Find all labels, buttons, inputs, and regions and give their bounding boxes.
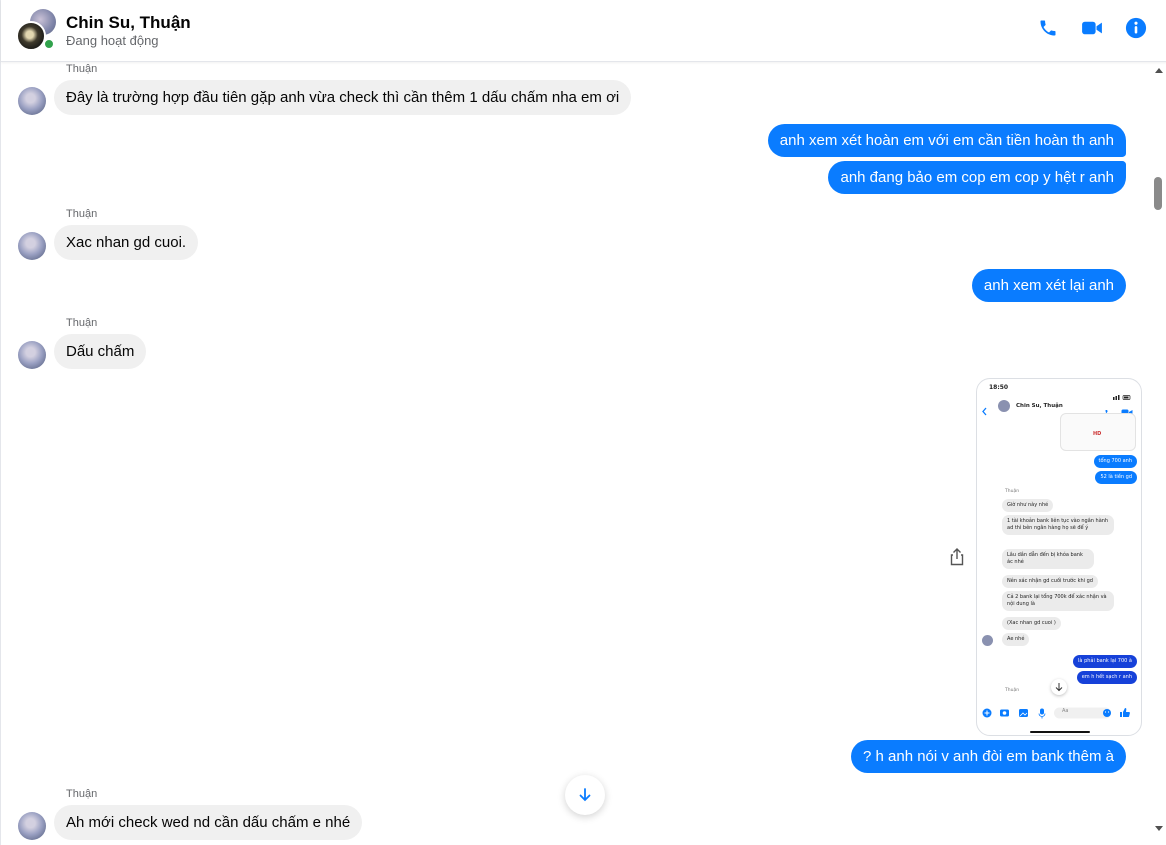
incoming-message[interactable]: Dấu chấm xyxy=(54,334,147,369)
image-status-time: 18:50 xyxy=(989,384,1009,391)
conversation-header: Chin Su, Thuận Đang hoạt động xyxy=(1,0,1166,62)
image-input-placeholder: Aa xyxy=(1062,708,1069,714)
online-indicator xyxy=(43,37,55,50)
image-incoming-message: Nên xác nhận gd cuối trước khi gd xyxy=(1002,575,1098,588)
scrollbar[interactable] xyxy=(1151,62,1166,845)
header-actions xyxy=(1037,17,1147,39)
image-outgoing-message: em h hết sạch r anh xyxy=(1076,671,1137,684)
avatar[interactable] xyxy=(18,812,46,840)
image-incoming-message: Lâu dần dẫn đến bị khóa bank ác nhé xyxy=(1002,549,1094,569)
image-sender-name: Thuận xyxy=(1005,688,1020,693)
avatar xyxy=(16,20,46,51)
avatar xyxy=(998,400,1010,412)
sender-name: Thuận xyxy=(66,63,98,75)
outgoing-message[interactable]: anh đang bảo em cop em cop y hệt r anh xyxy=(828,161,1126,194)
share-icon[interactable] xyxy=(949,548,965,566)
image-outgoing-message: tổng 700 anh xyxy=(1093,455,1137,468)
video-icon[interactable] xyxy=(1081,17,1103,39)
message-list[interactable]: Thuận Đây là trường hợp đầu tiên gặp anh… xyxy=(1,62,1151,845)
sender-name: Thuận xyxy=(66,208,98,220)
avatar[interactable] xyxy=(18,87,46,115)
image-preview-card: HD xyxy=(1060,413,1136,451)
sender-name: Thuận xyxy=(66,788,98,800)
scroll-down-icon xyxy=(1051,679,1067,695)
image-incoming-message: Giờ như này nhé xyxy=(1002,499,1054,512)
sender-name: Thuận xyxy=(66,317,98,329)
image-composer: Aa xyxy=(981,705,1139,719)
image-incoming-message: (Xac nhan gd cuoi ) xyxy=(1002,617,1061,630)
scroll-down-arrow[interactable] xyxy=(1155,826,1163,831)
messenger-window: Chin Su, Thuận Đang hoạt động Thuận Đây … xyxy=(0,0,1166,845)
incoming-message[interactable]: Đây là trường hợp đầu tiên gặp anh vừa c… xyxy=(54,80,632,115)
conversation-title: Chin Su, Thuận xyxy=(66,12,191,32)
scrollbar-thumb[interactable] xyxy=(1154,177,1162,210)
avatar[interactable] xyxy=(18,341,46,369)
back-icon xyxy=(981,401,990,416)
avatar[interactable] xyxy=(18,232,46,260)
image-incoming-message: Ae nhé xyxy=(1002,633,1030,646)
image-incoming-message: Cả 2 bank lại tổng 700k để xác nhận và n… xyxy=(1002,591,1114,611)
image-incoming-message: 1 tài khoản bank liên tục vào ngân hành … xyxy=(1002,515,1114,535)
image-sender-name: Thuận xyxy=(1005,489,1020,494)
active-status: Đang hoạt động xyxy=(66,32,159,48)
outgoing-message[interactable]: ? h anh nói v anh đòi em bank thêm à xyxy=(850,740,1126,773)
phone-icon[interactable] xyxy=(1037,17,1059,39)
image-badge: HD xyxy=(1093,431,1102,437)
scroll-to-bottom-button[interactable] xyxy=(565,775,605,815)
outgoing-message[interactable]: anh xem xét hoàn em với em cần tiền hoàn… xyxy=(767,124,1126,157)
phone-icon xyxy=(1104,402,1113,416)
video-icon xyxy=(1121,402,1133,417)
incoming-message[interactable]: Ah mới check wed nd cần dấu chấm e nhé xyxy=(54,805,363,840)
image-title: Chin Su, Thuận xyxy=(1016,403,1063,409)
incoming-message[interactable]: Xac nhan gd cuoi. xyxy=(54,225,199,260)
arrow-down-icon xyxy=(579,788,591,802)
outgoing-message[interactable]: anh xem xét lại anh xyxy=(971,269,1126,302)
battery-icon xyxy=(1113,385,1131,400)
home-indicator xyxy=(1030,731,1090,733)
scroll-up-arrow[interactable] xyxy=(1155,68,1163,73)
image-outgoing-message: là phải bank lại 700 à xyxy=(1073,655,1137,668)
group-avatar[interactable] xyxy=(16,8,60,53)
avatar xyxy=(982,635,993,646)
image-outgoing-message: 52 là tiền gd xyxy=(1095,471,1137,484)
shared-image[interactable]: 18:50 Chin Su, Thuận HD tổng 700 anh 52 … xyxy=(976,378,1142,736)
conversation-info[interactable]: Chin Su, Thuận Đang hoạt động xyxy=(66,13,191,49)
info-icon[interactable] xyxy=(1125,17,1147,39)
